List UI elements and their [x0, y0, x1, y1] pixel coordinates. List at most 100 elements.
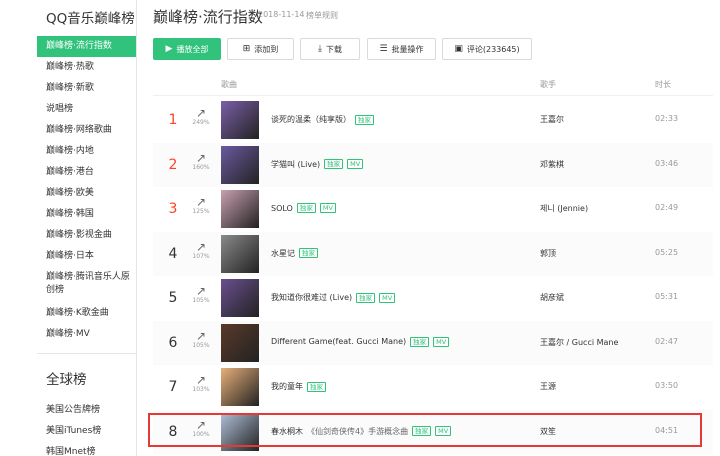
singer-name[interactable]: 제니 (Jennie) [540, 203, 588, 214]
singer-name[interactable]: 邓紫棋 [540, 159, 564, 170]
sidebar-item[interactable]: 巅峰榜·K歌金曲 [37, 303, 136, 324]
rank-number: 6 [168, 334, 178, 351]
album-cover[interactable] [221, 323, 259, 362]
trend-up-icon: ↗ [195, 239, 207, 254]
song-row[interactable]: 6 ↗ 105% Different Game(feat. Gucci Mane) 独家… [153, 320, 713, 365]
mv-badge[interactable]: MV [347, 159, 364, 169]
trend-percent: 160% [192, 163, 210, 171]
song-duration: 02:49 [655, 203, 679, 212]
download-label: 下载 [325, 44, 342, 54]
page-date: 2018-11-14 [258, 10, 305, 19]
song-row[interactable]: 4 ↗ 107% 水星记 独家 郭顶 05:25 [153, 231, 713, 276]
song-duration: 03:46 [655, 158, 679, 168]
song-name[interactable]: 我的童年 [271, 381, 303, 392]
sidebar-title: QQ音乐巅峰榜 [46, 11, 135, 27]
song-row[interactable]: 5 ↗ 105% 我知道你很难过 (Live) 独家 MV 胡彦斌 05:31 [153, 276, 713, 320]
sidebar-item-global[interactable]: 韩国Mnet榜 [37, 442, 136, 456]
song-title[interactable]: 春水桐木 《仙剑奇侠传4》手游概念曲 独家 MV [271, 426, 452, 437]
song-name[interactable]: 春水桐木 [271, 426, 303, 437]
singer-name[interactable]: 双笙 [540, 426, 556, 437]
rank-trend: ↗ 249% [190, 107, 212, 127]
song-row[interactable]: 7 ↗ 103% 我的童年 独家 王源 03:50 [153, 365, 713, 409]
album-cover[interactable] [221, 279, 259, 317]
sidebar-global-list: 美国公告牌榜 美国iTunes榜 韩国Mnet榜 [37, 400, 136, 456]
play-icon: ▶ [165, 43, 173, 54]
sidebar-item[interactable]: 巅峰榜·MV [37, 324, 136, 345]
song-title[interactable]: SOLO 独家 MV [271, 203, 336, 213]
exclusive-badge: 独家 [412, 426, 432, 436]
rank-trend: ↗ 125% [190, 196, 212, 216]
song-duration: 05:31 [655, 292, 679, 301]
song-row[interactable]: 8 ↗ 100% 春水桐木 《仙剑奇侠传4》手游概念曲 独家 MV 双笙 04:51 [153, 409, 713, 454]
sidebar-item[interactable]: 巅峰榜·港台 [37, 162, 136, 183]
song-title[interactable]: 我知道你很难过 (Live) 独家 MV [271, 292, 396, 303]
mv-badge[interactable]: MV [435, 426, 452, 436]
album-cover[interactable] [221, 145, 259, 184]
sidebar-item[interactable]: 巅峰榜·欧美 [37, 183, 136, 204]
sidebar-item[interactable]: 巅峰榜·影视金曲 [37, 225, 136, 246]
song-name[interactable]: SOLO [271, 204, 293, 213]
mv-badge[interactable]: MV [319, 203, 336, 213]
sidebar-item[interactable]: 巅峰榜·热歌 [37, 57, 136, 78]
comment-button[interactable]: ▣ 评论(233645) [442, 38, 532, 60]
trend-up-icon: ↗ [195, 106, 207, 120]
download-button[interactable]: ⤓ 下载 [300, 38, 360, 60]
exclusive-badge: 独家 [355, 114, 374, 125]
exclusive-badge: 独家 [324, 159, 344, 169]
comment-icon: ▣ [454, 43, 463, 54]
rank-trend: ↗ 103% [190, 374, 212, 394]
sidebar-item-global[interactable]: 美国公告牌榜 [37, 400, 136, 421]
sidebar: QQ音乐巅峰榜 巅峰榜·流行指数 巅峰榜·热歌 巅峰榜·新歌 说唱榜 巅峰榜·网络歌曲巅… [37, 0, 137, 456]
mv-badge[interactable]: MV [379, 292, 396, 303]
trend-percent: 100% [192, 430, 210, 438]
song-row[interactable]: 3 ↗ 125% SOLO 独家 MV 제니 (Jennie) 02:49 [153, 187, 713, 231]
singer-name[interactable]: 王源 [540, 381, 556, 392]
song-title[interactable]: Different Game(feat. Gucci Mane) 独家 MV [271, 336, 450, 347]
song-table-header: 歌曲 歌手 时长 [153, 70, 713, 96]
rank-number: 4 [168, 245, 178, 262]
sidebar-list: 巅峰榜·流行指数 巅峰榜·热歌 巅峰榜·新歌 说唱榜 巅峰榜·网络歌曲 巅峰榜·内地 巅峰榜… [37, 36, 136, 345]
singer-name[interactable]: 王嘉尔 / Gucci Mane [540, 337, 618, 348]
song-title[interactable]: 我的童年 独家 [271, 381, 326, 392]
song-title[interactable]: 谈死的温柔（纯享版） 独家 [271, 114, 374, 125]
trend-percent: 107% [192, 252, 210, 260]
sidebar-item[interactable]: 巅峰榜·新歌 [37, 78, 136, 99]
sidebar-item[interactable]: 巅峰榜·流行指数 [37, 36, 136, 57]
trend-up-icon: ↗ [195, 150, 207, 165]
album-cover[interactable] [221, 190, 259, 228]
chart-rules-link[interactable]: 榜单规则 [306, 10, 338, 21]
album-cover[interactable] [221, 234, 259, 273]
song-name[interactable]: 学猫叫 (Live) [271, 159, 320, 170]
singer-name[interactable]: 郭顶 [540, 248, 556, 259]
trend-up-icon: ↗ [195, 284, 207, 298]
song-row[interactable]: 1 ↗ 249% 谈死的温柔（纯享版） 独家 王嘉尔 02:33 [153, 98, 713, 142]
song-title[interactable]: 水星记 独家 [271, 248, 318, 259]
sidebar-item[interactable]: 巅峰榜·日本 [37, 246, 136, 267]
sidebar-item[interactable]: 巅峰榜·内地 [37, 141, 136, 162]
mv-badge[interactable]: MV [433, 336, 450, 347]
exclusive-badge: 独家 [307, 381, 326, 392]
song-name[interactable]: 谈死的温柔（纯享版） [271, 114, 351, 125]
album-cover[interactable] [221, 412, 259, 451]
sidebar-item[interactable]: 说唱榜 [37, 99, 136, 120]
song-row[interactable]: 2 ↗ 160% 学猫叫 (Live) 独家 MV 邓紫棋 03:46 [153, 142, 713, 187]
song-name[interactable]: 我知道你很难过 (Live) [271, 292, 352, 303]
column-song: 歌曲 [221, 80, 237, 89]
song-name[interactable]: 水星记 [271, 248, 295, 259]
sidebar-item[interactable]: 巅峰榜·网络歌曲 [37, 120, 136, 141]
sidebar-item[interactable]: 巅峰榜·腾讯音乐人原创榜 [37, 267, 136, 303]
song-title[interactable]: 学猫叫 (Live) 独家 MV [271, 159, 364, 170]
play-all-button[interactable]: ▶ 播放全部 [153, 38, 221, 60]
album-cover[interactable] [221, 368, 259, 406]
add-to-button[interactable]: ⊞ 添加到 [227, 38, 294, 60]
song-name[interactable]: Different Game(feat. Gucci Mane) [271, 337, 406, 346]
song-duration: 05:25 [655, 247, 679, 257]
album-cover[interactable] [221, 101, 259, 139]
singer-name[interactable]: 胡彦斌 [540, 292, 564, 303]
singer-name[interactable]: 王嘉尔 [540, 114, 564, 125]
batch-button[interactable]: ☰ 批量操作 [367, 38, 436, 60]
rank-trend: ↗ 100% [190, 419, 212, 439]
sidebar-item-global[interactable]: 美国iTunes榜 [37, 421, 136, 442]
sidebar-item[interactable]: 巅峰榜·韩国 [37, 204, 136, 225]
plus-icon: ⊞ [242, 43, 251, 54]
